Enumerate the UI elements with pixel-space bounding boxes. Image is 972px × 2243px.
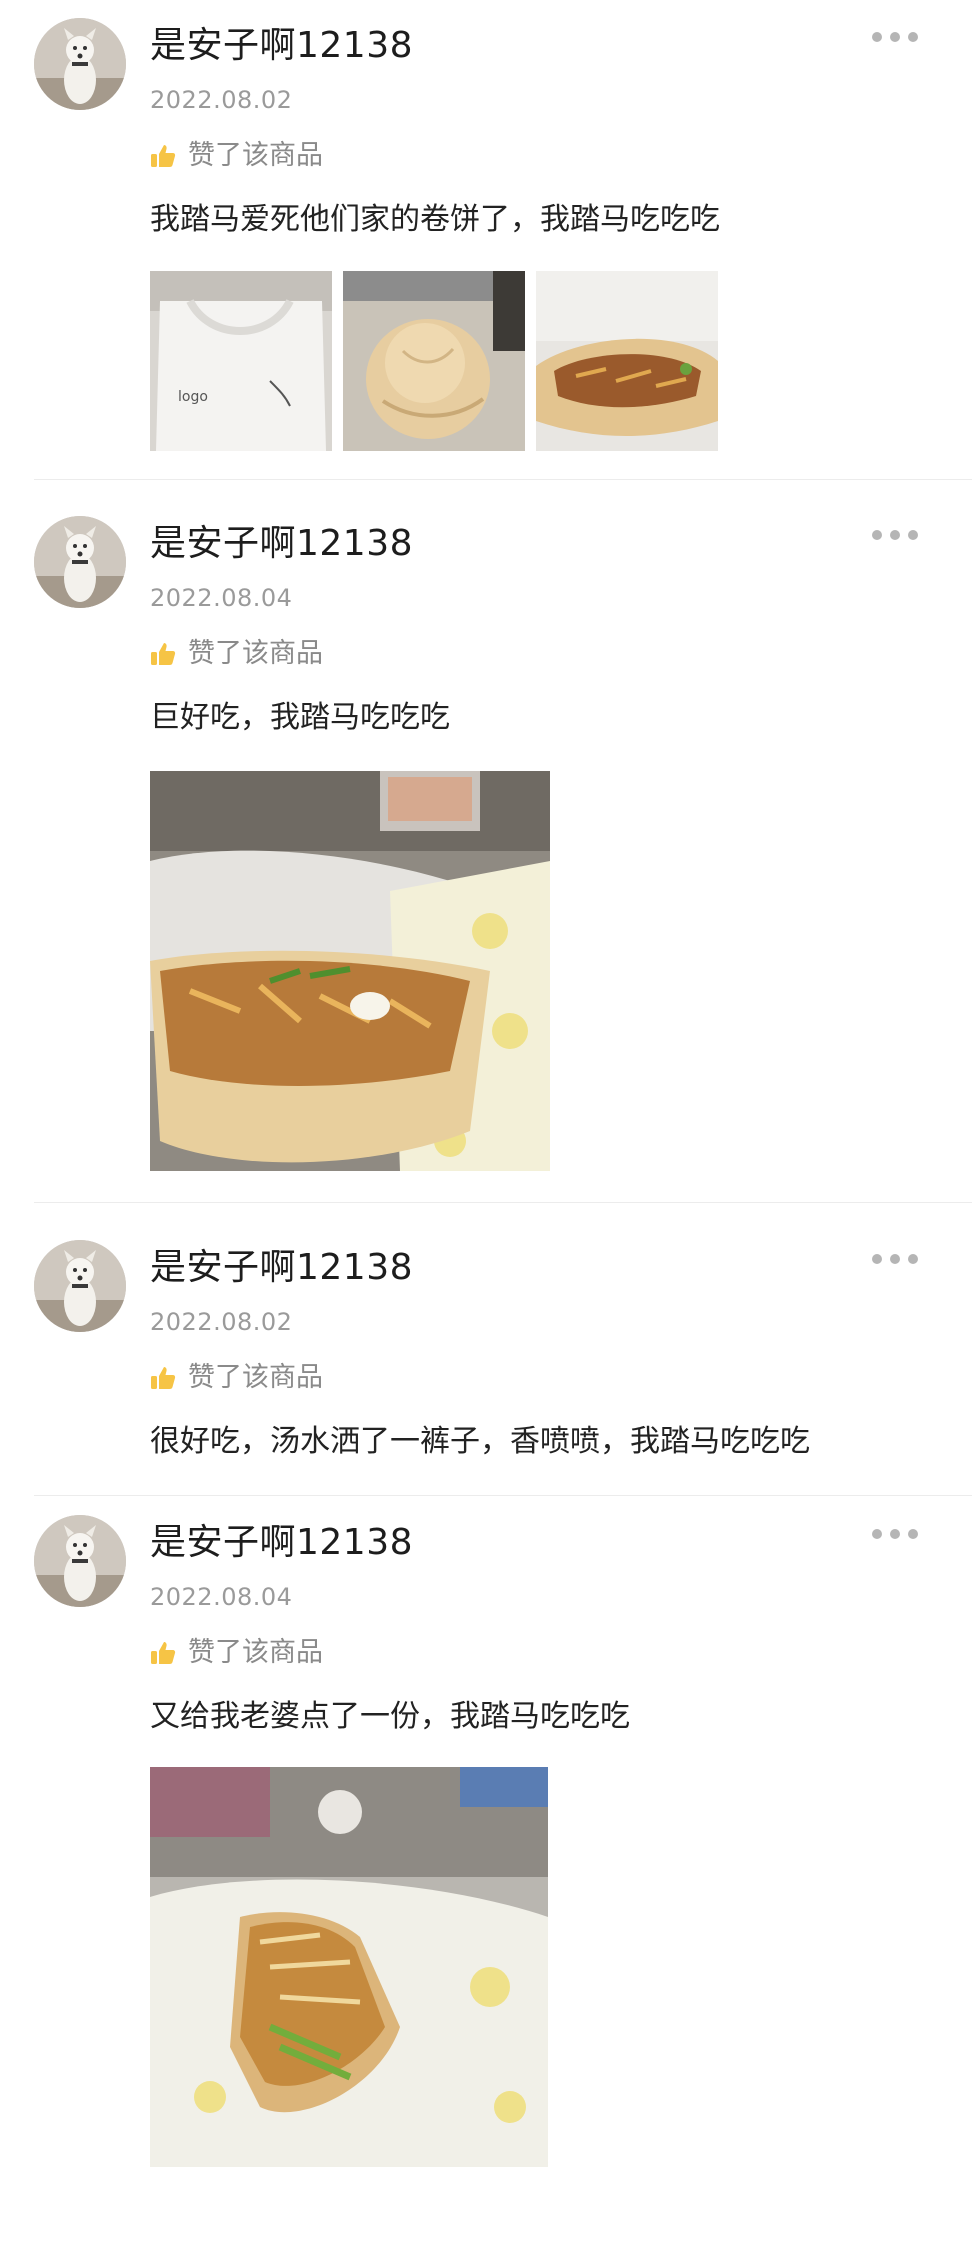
review-photo[interactable]: [150, 771, 550, 1171]
review-photo[interactable]: logo: [150, 271, 332, 451]
takeout-bag-image: logo: [150, 271, 332, 451]
svg-text:logo: logo: [178, 389, 208, 405]
thumbs-up-icon: [151, 643, 176, 665]
dot-icon: [908, 32, 918, 42]
dot-icon: [890, 530, 900, 540]
review-date: 2022.08.02: [150, 86, 293, 114]
username[interactable]: 是安子啊12138: [150, 26, 413, 66]
review-card: 是安子啊12138 2022.08.04 赞了该商品 巨好吃，我踏马吃吃吃: [0, 498, 972, 1198]
more-options-button[interactable]: [872, 30, 918, 44]
username[interactable]: 是安子啊12138: [150, 1248, 413, 1288]
roll-closeup-image: [150, 1767, 548, 2167]
user-avatar[interactable]: [34, 1240, 126, 1332]
review-comment: 又给我老婆点了一份，我踏马吃吃吃: [150, 1699, 630, 1734]
dot-icon: [908, 1529, 918, 1539]
thumbs-up-icon: [151, 145, 176, 167]
dot-icon: [890, 32, 900, 42]
user-avatar[interactable]: [34, 18, 126, 110]
review-date: 2022.08.02: [150, 1308, 293, 1336]
liked-product-indicator: 赞了该商品: [150, 639, 323, 669]
dog-avatar-image: [34, 516, 126, 608]
thumbs-up-icon: [151, 1367, 176, 1389]
review-comment: 巨好吃，我踏马吃吃吃: [150, 700, 450, 735]
review-photo[interactable]: [343, 271, 525, 451]
wechat-icon: [832, 2214, 862, 2237]
wrapped-pancake-image: [343, 271, 525, 451]
like-label: 赞了该商品: [188, 140, 323, 171]
review-card: 是安子啊12138 2022.08.04 赞了该商品 又给我老婆点了一份，我踏马…: [0, 1497, 972, 2243]
dot-icon: [872, 1254, 882, 1264]
username[interactable]: 是安子啊12138: [150, 1523, 413, 1563]
divider: [34, 479, 972, 480]
user-avatar[interactable]: [34, 1515, 126, 1607]
watermark: 柠小檬: [832, 2212, 946, 2240]
dot-icon: [872, 32, 882, 42]
dot-icon: [890, 1254, 900, 1264]
divider: [34, 1202, 972, 1203]
dot-icon: [890, 1529, 900, 1539]
liked-product-indicator: 赞了该商品: [150, 1638, 323, 1668]
watermark-text: 柠小檬: [868, 2211, 947, 2241]
dog-avatar-image: [34, 1515, 126, 1607]
review-date: 2022.08.04: [150, 584, 293, 612]
review-photo[interactable]: [536, 271, 718, 451]
username[interactable]: 是安子啊12138: [150, 524, 413, 564]
dot-icon: [872, 1529, 882, 1539]
pancake-filling-image: [536, 271, 718, 451]
roll-closeup-image: [150, 771, 550, 1171]
dog-avatar-image: [34, 18, 126, 110]
user-avatar[interactable]: [34, 516, 126, 608]
liked-product-indicator: 赞了该商品: [150, 1363, 323, 1393]
more-options-button[interactable]: [872, 1252, 918, 1266]
dot-icon: [908, 1254, 918, 1264]
review-card: 是安子啊12138 2022.08.02 赞了该商品 很好吃，汤水洒了一裤子，香…: [0, 1222, 972, 1492]
dog-avatar-image: [34, 1240, 126, 1332]
like-label: 赞了该商品: [188, 1362, 323, 1393]
like-label: 赞了该商品: [188, 1637, 323, 1668]
like-label: 赞了该商品: [188, 638, 323, 669]
divider: [34, 1495, 972, 1496]
dot-icon: [872, 530, 882, 540]
more-options-button[interactable]: [872, 528, 918, 542]
thumbs-up-icon: [151, 1642, 176, 1664]
review-comment: 我踏马爱死他们家的卷饼了，我踏马吃吃吃: [150, 202, 720, 237]
dot-icon: [908, 530, 918, 540]
review-date: 2022.08.04: [150, 1583, 293, 1611]
review-photo[interactable]: [150, 1767, 548, 2167]
liked-product-indicator: 赞了该商品: [150, 141, 323, 171]
review-comment: 很好吃，汤水洒了一裤子，香喷喷，我踏马吃吃吃: [150, 1424, 810, 1459]
review-card: 是安子啊12138 2022.08.02 赞了该商品 我踏马爱死他们家的卷饼了，…: [0, 0, 972, 490]
more-options-button[interactable]: [872, 1527, 918, 1541]
